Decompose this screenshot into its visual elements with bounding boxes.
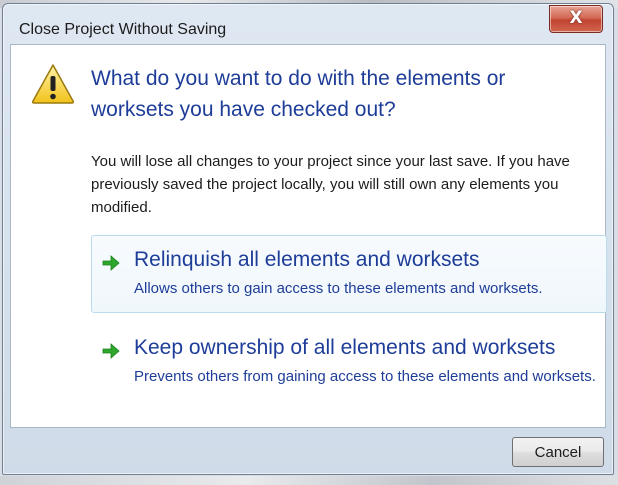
cancel-button[interactable]: Cancel xyxy=(512,437,604,467)
dialog-title: Close Project Without Saving xyxy=(19,21,227,38)
close-button[interactable]: X xyxy=(549,5,603,33)
dialog-content: What do you want to do with the elements… xyxy=(10,44,607,428)
warning-icon xyxy=(31,64,75,104)
option-title: Keep ownership of all elements and works… xyxy=(134,336,556,359)
relinquish-option-button[interactable]: Relinquish all elements and worksets All… xyxy=(91,235,607,313)
keep-ownership-option-button[interactable]: Keep ownership of all elements and works… xyxy=(91,323,607,415)
body-text: You will lose all changes to your projec… xyxy=(91,153,570,216)
option-title: Relinquish all elements and worksets xyxy=(134,248,480,271)
green-arrow-icon xyxy=(102,255,120,271)
dialog-footer: Cancel xyxy=(10,428,606,468)
title-bar[interactable]: Close Project Without Saving X xyxy=(3,4,613,44)
main-instruction: What do you want to do with the elements… xyxy=(91,67,506,121)
green-arrow-icon xyxy=(102,343,120,359)
option-description: Allows others to gain access to these el… xyxy=(134,280,543,297)
dialog-window: Close Project Without Saving X What do y… xyxy=(2,3,614,475)
background-strip-bottom xyxy=(0,476,618,485)
option-description: Prevents others from gaining access to t… xyxy=(134,368,596,385)
close-icon: X xyxy=(569,8,583,28)
